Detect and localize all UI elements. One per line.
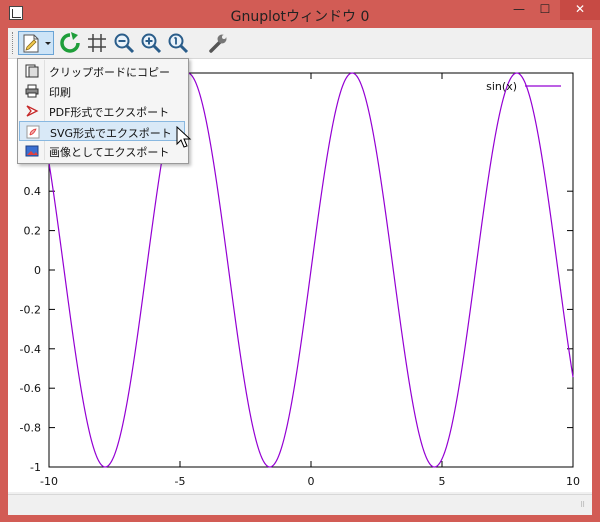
toolbar bbox=[8, 28, 592, 59]
export-menu: クリップボードにコピー 印刷 PDF形式でエクスポート SVG形式でエクスポート bbox=[17, 58, 189, 164]
status-bar: ⠿ bbox=[8, 494, 592, 515]
menu-item-export-image[interactable]: 画像としてエクスポート bbox=[19, 141, 185, 161]
x-tick-label: 10 bbox=[566, 475, 580, 488]
resize-grip[interactable]: ⠿ bbox=[580, 502, 590, 513]
replot-button[interactable] bbox=[58, 31, 82, 55]
x-tick-label: -10 bbox=[40, 475, 58, 488]
grid-icon bbox=[88, 34, 106, 52]
copy-icon bbox=[25, 64, 39, 78]
title-bar[interactable]: Gnuplotウィンドウ 0 — ☐ ✕ bbox=[0, 0, 600, 28]
menu-item-export-pdf[interactable]: PDF形式でエクスポート bbox=[19, 101, 185, 121]
export-icon bbox=[23, 34, 51, 53]
mouse-pointer-icon bbox=[176, 126, 192, 148]
x-tick-label: 0 bbox=[308, 475, 315, 488]
y-tick-label: 0 bbox=[34, 264, 41, 277]
y-tick-label: 0.4 bbox=[24, 185, 42, 198]
zoom-out-icon bbox=[114, 33, 135, 54]
menu-item-label: 印刷 bbox=[49, 86, 71, 99]
menu-item-copy-clipboard[interactable]: クリップボードにコピー bbox=[19, 61, 185, 81]
close-button[interactable]: ✕ bbox=[560, 0, 600, 20]
svg-icon bbox=[26, 125, 40, 139]
y-tick-label: -1 bbox=[30, 461, 41, 474]
minimize-button[interactable]: — bbox=[506, 0, 532, 20]
toolbar-grip[interactable] bbox=[12, 32, 16, 54]
x-tick-label: -5 bbox=[175, 475, 186, 488]
zoom-out-button[interactable] bbox=[112, 31, 136, 55]
menu-item-label: クリップボードにコピー bbox=[49, 66, 170, 79]
grid-button[interactable] bbox=[85, 31, 109, 55]
y-tick-label: -0.2 bbox=[20, 303, 41, 316]
settings-wrench-icon bbox=[209, 34, 227, 53]
y-tick-label: -0.4 bbox=[20, 343, 41, 356]
gnuplot-window: Gnuplotウィンドウ 0 — ☐ ✕ -10 -5 0 5 10 0.4 0… bbox=[0, 0, 600, 522]
zoom-in-icon bbox=[141, 33, 162, 54]
zoom-reset-button[interactable] bbox=[166, 31, 190, 55]
printer-icon bbox=[25, 84, 39, 98]
y-tick-label: 0.2 bbox=[24, 225, 42, 238]
pdf-icon bbox=[26, 105, 39, 117]
maximize-button[interactable]: ☐ bbox=[532, 0, 558, 20]
zoom-reset-icon bbox=[168, 33, 189, 54]
replot-icon bbox=[60, 32, 80, 53]
y-tick-label: -0.8 bbox=[20, 422, 41, 435]
menu-item-print[interactable]: 印刷 bbox=[19, 81, 185, 101]
zoom-in-button[interactable] bbox=[139, 31, 163, 55]
export-button[interactable] bbox=[18, 31, 54, 55]
menu-item-label: SVG形式でエクスポート bbox=[50, 127, 172, 140]
y-tick-label: -0.6 bbox=[20, 382, 41, 395]
settings-button[interactable] bbox=[206, 31, 230, 55]
legend-label: sin(x) bbox=[486, 80, 517, 93]
menu-item-label: 画像としてエクスポート bbox=[49, 146, 170, 159]
menu-item-label: PDF形式でエクスポート bbox=[49, 106, 170, 119]
image-icon bbox=[25, 145, 39, 157]
x-tick-label: 5 bbox=[439, 475, 446, 488]
menu-item-export-svg[interactable]: SVG形式でエクスポート bbox=[19, 121, 185, 141]
